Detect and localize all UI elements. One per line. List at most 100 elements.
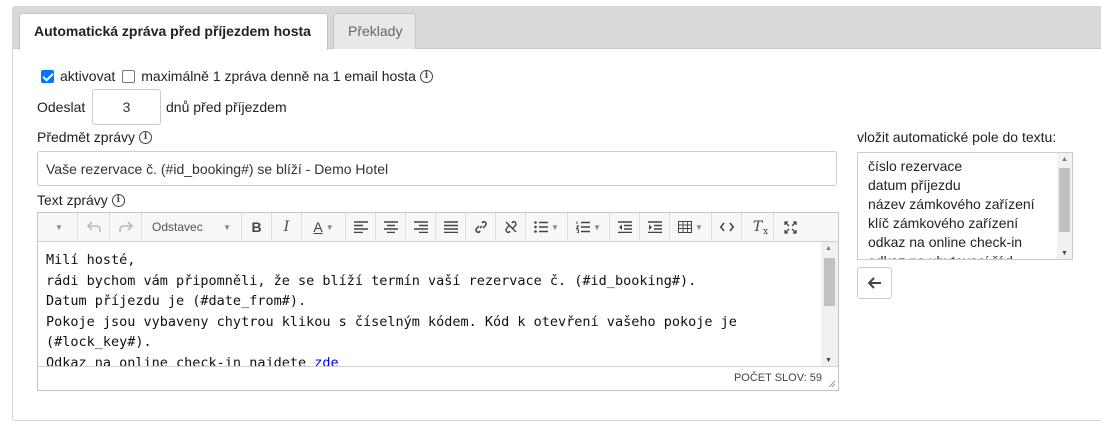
align-center-button[interactable]	[376, 212, 406, 242]
auto-field-item[interactable]: klíč zámkového zařízení	[858, 214, 1072, 233]
rich-text-editor: ▼ Odstavec ▼ B I A ▼ ▼ ▼ ▼ T x Milí host…	[37, 212, 839, 391]
days-before-value: 3	[122, 99, 131, 115]
redo-button[interactable]	[110, 212, 142, 242]
info-icon[interactable]: i	[419, 69, 433, 83]
info-icon[interactable]: i	[111, 193, 125, 207]
link-icon	[474, 220, 487, 234]
fullscreen-icon	[783, 220, 797, 234]
indent-button[interactable]	[640, 212, 670, 242]
editor-line: Milí hosté,	[46, 252, 136, 268]
chevron-down-icon: ▼	[695, 222, 703, 232]
undo-button[interactable]	[78, 212, 110, 242]
auto-field-item[interactable]: datum příjezdu	[858, 176, 1072, 195]
chevron-down-icon: ▼	[593, 222, 601, 232]
outdent-button[interactable]	[610, 212, 640, 242]
chevron-down-icon: ▼	[223, 222, 231, 232]
send-suffix: dnů před příjezdem	[166, 99, 287, 115]
auto-field-item[interactable]: číslo rezervace	[858, 157, 1072, 176]
chevron-down-icon: ▼	[325, 222, 334, 232]
italic-icon: I	[283, 219, 290, 235]
scroll-down-icon[interactable]: ▼	[1061, 250, 1068, 257]
remove-link-button[interactable]	[496, 212, 526, 242]
unlink-icon	[504, 220, 517, 234]
activate-label: aktivovat	[60, 68, 116, 84]
tab-translations[interactable]: Překlady	[333, 13, 416, 49]
send-label: Odeslat	[37, 99, 86, 115]
align-left-button[interactable]	[346, 212, 376, 242]
italic-button[interactable]: I	[272, 212, 302, 242]
insert-field-button[interactable]	[857, 267, 892, 299]
format-select[interactable]: Odstavec ▼	[142, 212, 242, 242]
subject-label-row: Předmět zprávy i	[37, 127, 153, 147]
check-in-link[interactable]: zde	[314, 355, 338, 366]
bold-icon: B	[251, 219, 262, 235]
align-left-icon	[353, 221, 368, 233]
editor-scroll-thumb[interactable]	[824, 258, 835, 306]
subject-input[interactable]: Vaše rezervace č. (#id_booking#) se blíž…	[37, 151, 837, 186]
auto-fields-scrollbar[interactable]: ▲ ▼	[1057, 153, 1072, 259]
word-count: POČET SLOV: 59	[733, 372, 822, 384]
insert-link-button[interactable]	[466, 212, 496, 242]
text-label-row: Text zprávy i	[37, 190, 125, 210]
editor-toolbar: ▼ Odstavec ▼ B I A ▼ ▼ ▼ ▼ T x	[38, 212, 838, 242]
days-before-input[interactable]: 3	[92, 89, 161, 125]
editor-line: rádi bychom vám připomněli, že se blíží …	[46, 272, 697, 289]
toolbar-dropdown-empty[interactable]: ▼	[38, 212, 78, 242]
scroll-up-icon[interactable]: ▲	[825, 245, 832, 252]
auto-field-item[interactable]: odkaz na ubytovací řád	[858, 252, 1072, 259]
numbered-list-icon	[576, 221, 591, 233]
chevron-down-icon: ▼	[55, 222, 63, 232]
indent-icon	[647, 221, 662, 233]
resize-handle-icon[interactable]	[828, 380, 836, 388]
auto-fields-label: vložit automatické pole do textu:	[857, 129, 1057, 145]
bullet-list-icon	[534, 221, 549, 233]
scroll-up-icon[interactable]: ▲	[1061, 156, 1068, 163]
editor-line: Datum příjezdu je (#date_from#).	[46, 293, 307, 310]
subject-label: Předmět zprávy	[37, 129, 136, 145]
editor-scrollbar[interactable]: ▲ ▼	[821, 242, 838, 366]
send-suffix-row: dnů před příjezdem	[166, 96, 287, 118]
table-button[interactable]: ▼	[670, 212, 712, 242]
auto-field-item[interactable]: název zámkového zařízení	[858, 195, 1072, 214]
numbered-list-button[interactable]: ▼	[568, 212, 610, 242]
align-justify-button[interactable]	[436, 212, 466, 242]
text-label: Text zprávy	[37, 192, 108, 208]
text-color-icon: A	[313, 219, 323, 235]
redo-icon	[118, 221, 133, 232]
align-justify-icon	[443, 221, 458, 233]
fullscreen-button[interactable]	[774, 213, 806, 242]
max-one-checkbox[interactable]	[122, 69, 136, 83]
subject-value: Vaše rezervace č. (#id_booking#) se blíž…	[46, 160, 389, 177]
options-row: aktivovat maximálně 1 zpráva denně na 1 …	[41, 67, 433, 85]
editor-statusbar: POČET SLOV: 59	[38, 366, 838, 390]
send-row: Odeslat	[37, 96, 85, 118]
tab-bar: Automatická zpráva před příjezdem hosta …	[13, 7, 1101, 50]
clear-format-icon: Tx	[752, 219, 769, 237]
auto-fields-list[interactable]: číslo rezervace datum příjezdu název zám…	[857, 152, 1073, 260]
arrow-left-icon	[867, 277, 881, 289]
table-icon	[678, 221, 693, 233]
activate-checkbox[interactable]	[41, 69, 54, 83]
tab-auto-message[interactable]: Automatická zpráva před příjezdem hosta	[19, 13, 328, 50]
chevron-down-icon: ▼	[551, 222, 559, 232]
max-one-label: maximálně 1 zpráva denně na 1 email host…	[141, 68, 416, 84]
undo-icon	[86, 221, 101, 232]
align-right-icon	[413, 221, 428, 233]
align-center-icon	[383, 221, 398, 233]
align-right-button[interactable]	[406, 212, 436, 242]
text-color-button[interactable]: A ▼	[302, 212, 346, 242]
editor-content[interactable]: Milí hosté, rádi bychom vám připomněli, …	[38, 242, 820, 366]
clear-format-button[interactable]: Tx	[742, 212, 774, 242]
editor-line-link: Odkaz na online check-in najdete zde	[46, 353, 812, 366]
editor-line: Odkaz na online check-in najdete	[46, 354, 315, 366]
bold-button[interactable]: B	[242, 212, 272, 242]
code-icon	[719, 222, 734, 232]
format-select-label: Odstavec	[152, 220, 203, 234]
source-code-button[interactable]	[712, 212, 742, 242]
scroll-down-icon[interactable]: ▼	[825, 357, 832, 364]
info-icon[interactable]: i	[139, 130, 153, 144]
auto-field-item[interactable]: odkaz na online check-in	[858, 233, 1072, 252]
outdent-icon	[617, 221, 632, 233]
bullet-list-button[interactable]: ▼	[526, 212, 568, 242]
auto-fields-scroll-thumb[interactable]	[1059, 168, 1070, 232]
